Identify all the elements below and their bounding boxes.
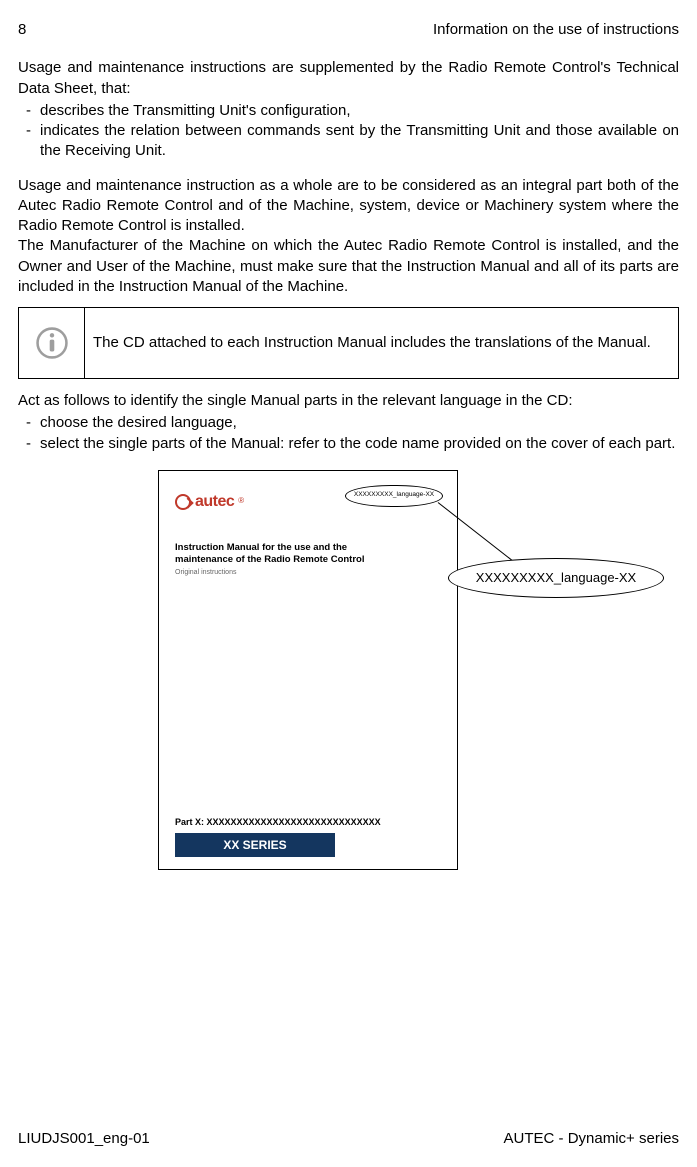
doc-code: LIUDJS001_eng-01 [18, 1129, 150, 1149]
page-number: 8 [18, 20, 26, 40]
paragraph-integral: Usage and maintenance instruction as a w… [18, 176, 679, 237]
callout-code-large: XXXXXXXXX_language-XX [448, 558, 664, 598]
list-item: indicates the relation between commands … [40, 121, 679, 162]
original-instructions: Original instructions [175, 568, 441, 577]
manual-title-line1: Instruction Manual for the use and the [175, 542, 441, 554]
logo-text: autec [195, 491, 234, 513]
list-tech-sheet: describes the Transmitting Unit's config… [18, 101, 679, 162]
info-icon-cell [19, 308, 85, 378]
series-bar: XX SERIES [175, 833, 335, 857]
paragraph-manufacturer: The Manufacturer of the Machine on which… [18, 236, 679, 297]
cover-bottom: Part X: XXXXXXXXXXXXXXXXXXXXXXXXXXXXX XX… [175, 816, 441, 856]
product-name: AUTEC - Dynamic+ series [504, 1129, 679, 1149]
list-item: describes the Transmitting Unit's config… [40, 101, 679, 121]
list-item: select the single parts of the Manual: r… [40, 434, 679, 454]
page-footer: LIUDJS001_eng-01 AUTEC - Dynamic+ series [18, 1129, 679, 1149]
callout-code-small: XXXXXXXXX_language-XX [345, 485, 443, 507]
info-note-text: The CD attached to each Instruction Manu… [85, 308, 678, 378]
logo-icon [175, 494, 191, 510]
logo-registered: ® [238, 496, 244, 507]
list-item: choose the desired language, [40, 413, 679, 433]
section-title: Information on the use of instructions [433, 20, 679, 40]
paragraph-act: Act as follows to identify the single Ma… [18, 391, 679, 411]
info-icon [35, 326, 69, 360]
page-header: 8 Information on the use of instructions [18, 20, 679, 40]
manual-cover: autec ® XXXXXXXXX_language-XX Instructio… [158, 470, 458, 870]
manual-title-line2: maintenance of the Radio Remote Control [175, 554, 441, 566]
manual-title: Instruction Manual for the use and the m… [175, 542, 441, 566]
cover-figure: autec ® XXXXXXXXX_language-XX Instructio… [18, 470, 679, 890]
paragraph-intro: Usage and maintenance instructions are s… [18, 58, 679, 99]
info-note-box: The CD attached to each Instruction Manu… [18, 307, 679, 379]
part-line: Part X: XXXXXXXXXXXXXXXXXXXXXXXXXXXXX [175, 816, 441, 828]
list-identify: choose the desired language, select the … [18, 413, 679, 454]
